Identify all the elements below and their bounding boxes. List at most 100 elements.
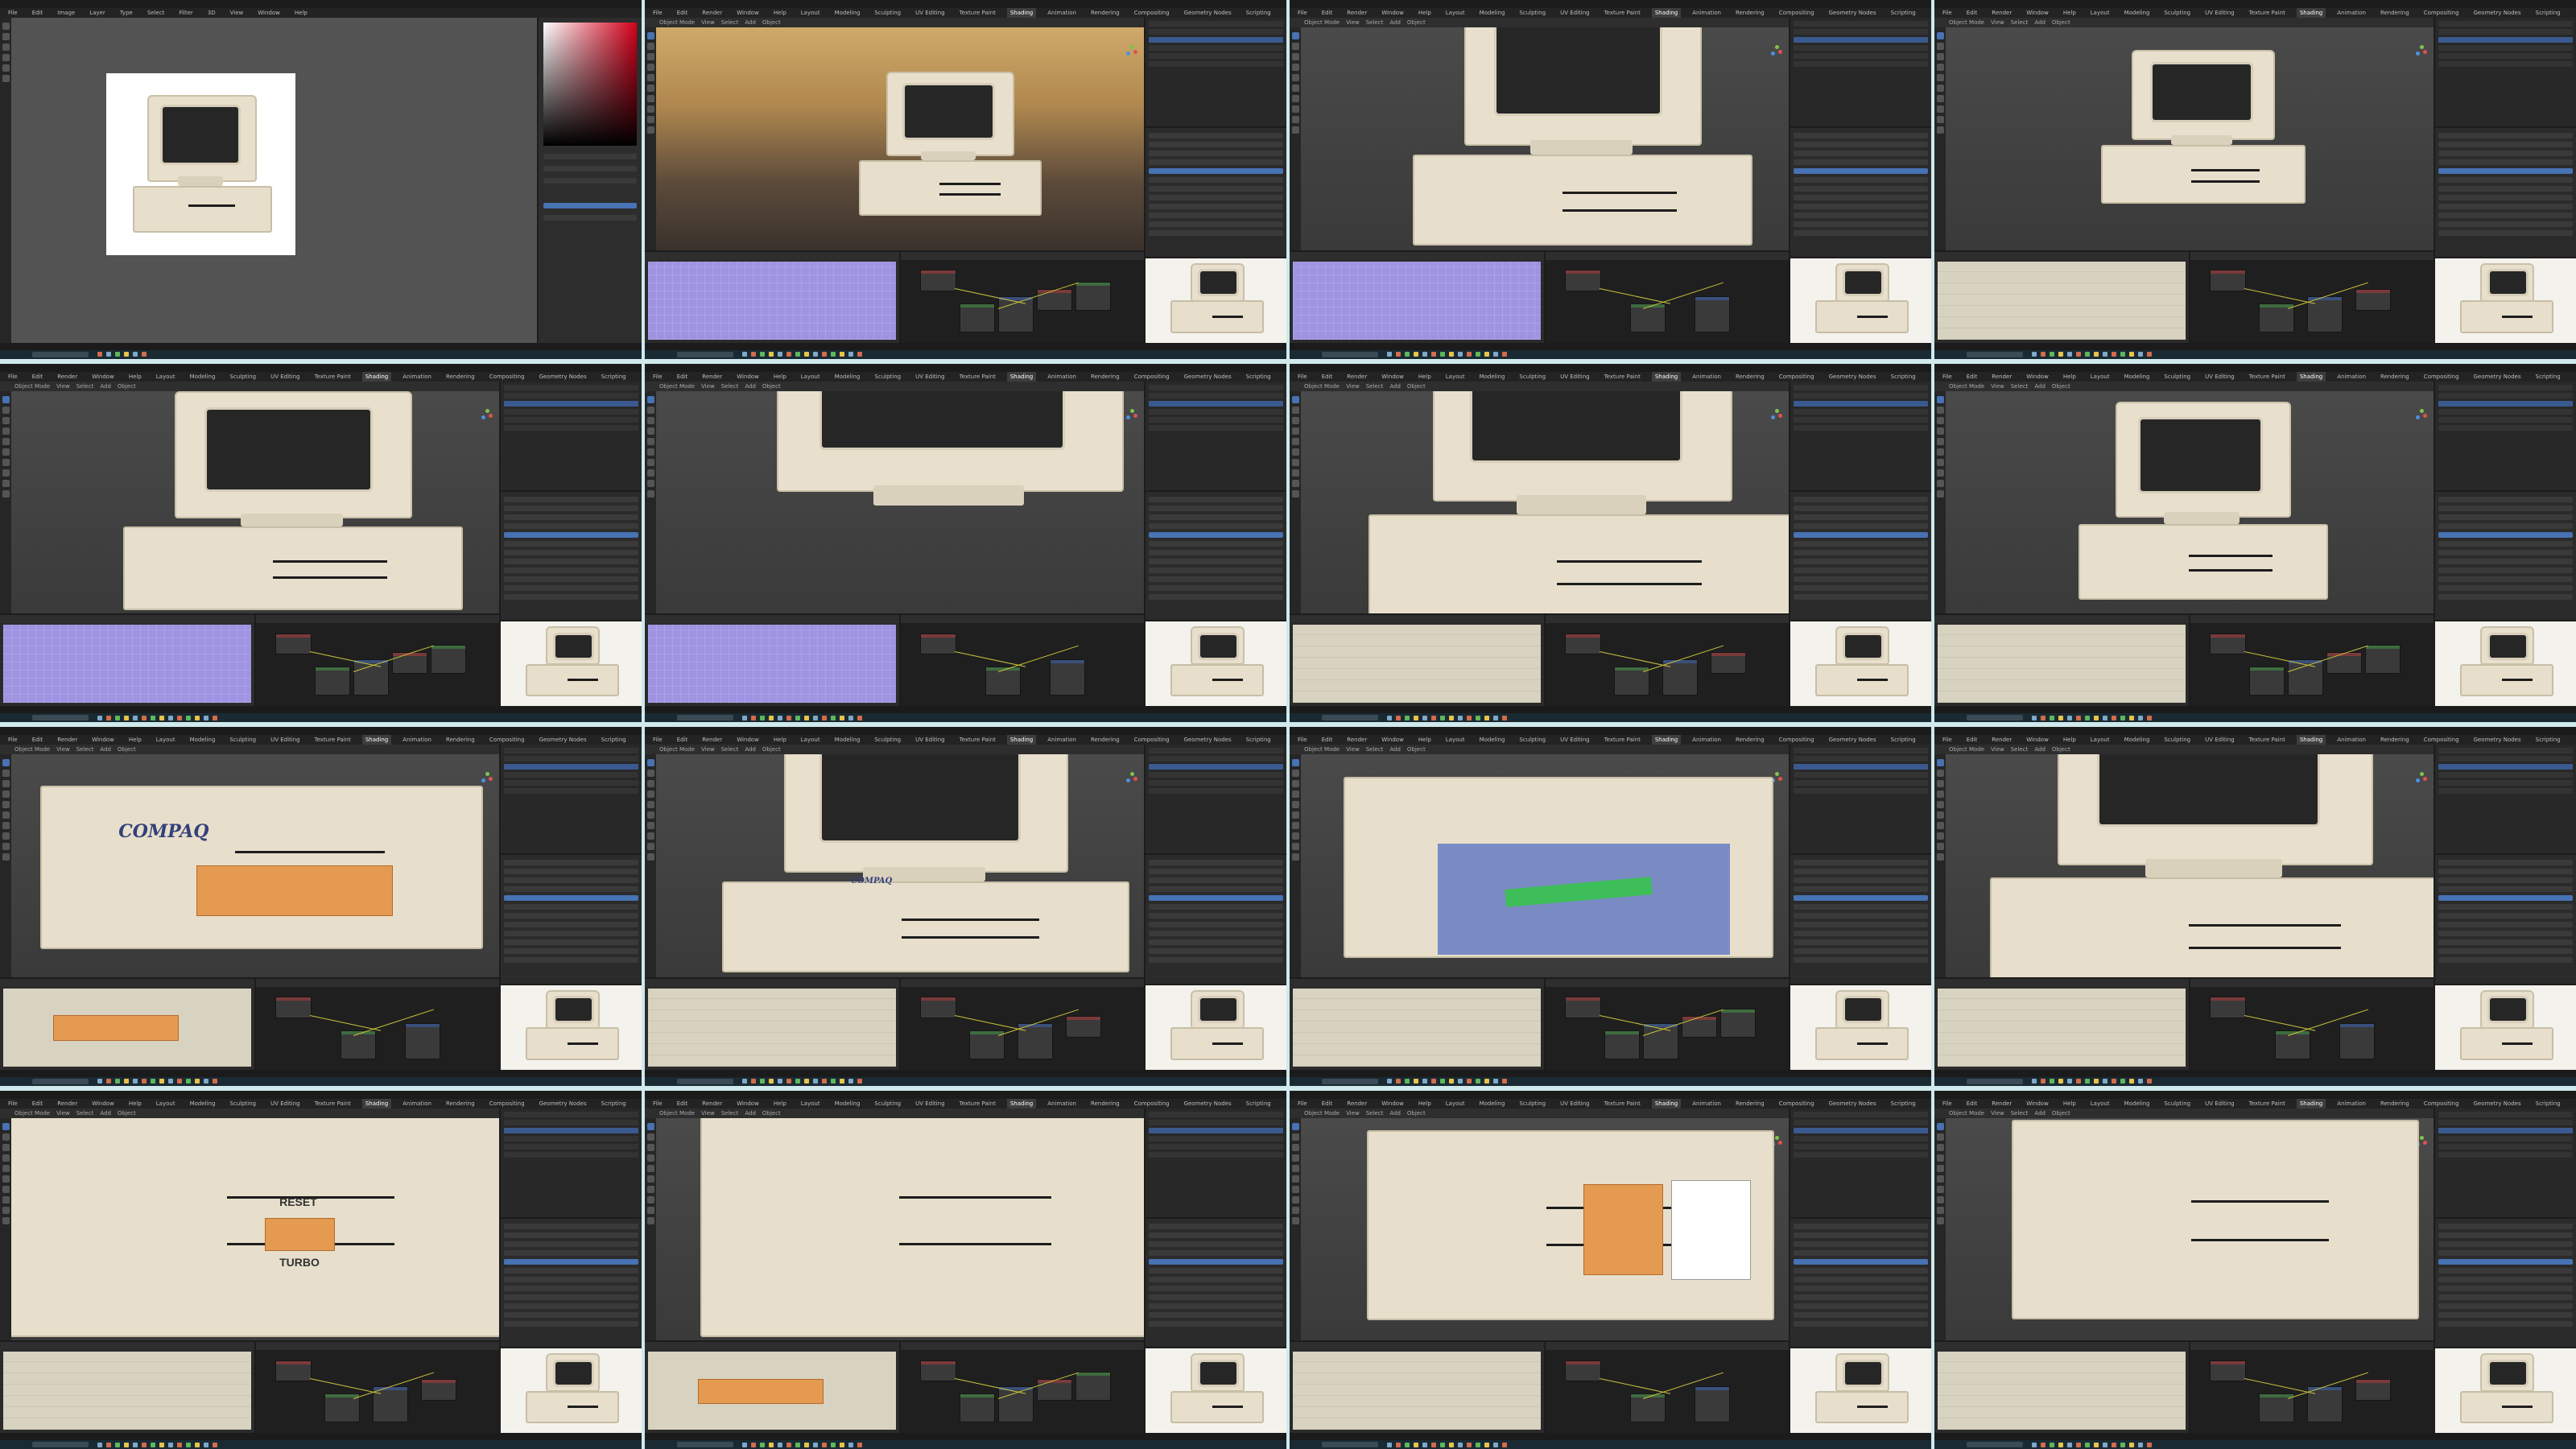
app-icon[interactable] xyxy=(213,715,217,720)
app-icon[interactable] xyxy=(769,1442,774,1447)
outliner-row[interactable] xyxy=(1793,1127,1928,1133)
app-icon[interactable] xyxy=(1405,1079,1410,1084)
taskbar-search[interactable] xyxy=(677,1078,733,1084)
viewport-header-item[interactable]: Select xyxy=(721,382,739,391)
blender-tool-icon[interactable] xyxy=(646,770,654,777)
blender-tool-icon[interactable] xyxy=(2,801,10,808)
workspace-tab[interactable]: Compositing xyxy=(1131,735,1173,745)
app-icon[interactable] xyxy=(1396,1442,1401,1447)
app-icon[interactable] xyxy=(857,1442,862,1447)
property-row[interactable] xyxy=(503,1320,638,1327)
app-icon[interactable] xyxy=(1502,1442,1507,1447)
blender-menu-item[interactable]: File xyxy=(5,372,21,382)
app-icon[interactable] xyxy=(2138,715,2143,720)
app-icon[interactable] xyxy=(159,1079,164,1084)
viewport-header-item[interactable]: Add xyxy=(100,1108,111,1118)
property-row[interactable] xyxy=(1148,869,1283,875)
property-row[interactable] xyxy=(1793,159,1928,166)
outliner-row[interactable] xyxy=(2438,788,2573,794)
workspace-tab[interactable]: Shading xyxy=(361,1098,392,1108)
blender-tool-icon[interactable] xyxy=(646,843,654,850)
monitor-mesh[interactable] xyxy=(777,390,1124,493)
shader-node-editor[interactable] xyxy=(2189,251,2434,343)
app-icon[interactable] xyxy=(213,1079,217,1084)
blender-tool-icon[interactable] xyxy=(1936,770,1944,777)
outliner-row[interactable] xyxy=(1793,384,1928,390)
property-row[interactable] xyxy=(503,948,638,955)
blender-tool-icon[interactable] xyxy=(646,416,654,424)
app-icon[interactable] xyxy=(840,1079,844,1084)
workspace-tab[interactable]: Modeling xyxy=(1476,8,1509,18)
eraser-tool-icon[interactable] xyxy=(2,64,10,72)
3d-viewport[interactable] xyxy=(1946,390,2434,614)
app-icon[interactable] xyxy=(2050,352,2054,357)
blender-menu-item[interactable]: Edit xyxy=(29,1099,47,1108)
blender-menu-item[interactable]: Help xyxy=(2060,372,2079,382)
blender-tool-icon[interactable] xyxy=(1936,458,1944,466)
workspace-tab[interactable]: Texture Paint xyxy=(312,372,354,382)
property-row[interactable] xyxy=(1793,1267,1928,1274)
property-row[interactable] xyxy=(503,869,638,875)
app-icon[interactable] xyxy=(742,1442,747,1447)
viewport-header-item[interactable]: Add xyxy=(100,745,111,754)
outliner-row[interactable] xyxy=(1793,772,1928,778)
blender-menu-item[interactable]: Window xyxy=(2023,8,2052,18)
viewport-header-item[interactable]: View xyxy=(701,382,715,391)
property-row[interactable] xyxy=(503,1223,638,1229)
shader-node-editor[interactable] xyxy=(254,1342,499,1433)
blender-tool-icon[interactable] xyxy=(2,843,10,850)
viewport-header-item[interactable]: Object Mode xyxy=(1949,745,1984,754)
shader-node[interactable] xyxy=(1075,1372,1112,1402)
app-icon[interactable] xyxy=(2103,352,2107,357)
property-row[interactable] xyxy=(1793,558,1928,564)
workspace-tab[interactable]: Compositing xyxy=(2421,8,2462,18)
shader-node-editor[interactable] xyxy=(254,615,499,706)
property-row[interactable] xyxy=(1793,593,1928,600)
app-icon[interactable] xyxy=(2112,715,2116,720)
property-row[interactable] xyxy=(503,1311,638,1318)
app-icon[interactable] xyxy=(2129,1442,2134,1447)
blender-tool-icon[interactable] xyxy=(1291,832,1299,840)
property-row[interactable] xyxy=(2438,213,2573,219)
viewport-header-item[interactable]: Select xyxy=(721,745,739,754)
app-icon[interactable] xyxy=(2041,1079,2046,1084)
viewport-header-item[interactable]: Object xyxy=(1407,18,1426,27)
shader-node-editor[interactable] xyxy=(899,1342,1144,1433)
blender-tool-icon[interactable] xyxy=(1291,801,1299,808)
blender-tool-icon[interactable] xyxy=(1936,32,1944,39)
blender-menu-item[interactable]: Window xyxy=(733,735,762,745)
property-row[interactable] xyxy=(1793,133,1928,139)
blender-menu-item[interactable]: Window xyxy=(1378,372,1407,382)
property-row[interactable] xyxy=(503,576,638,582)
app-icon[interactable] xyxy=(1476,1442,1480,1447)
app-icon[interactable] xyxy=(1414,715,1418,720)
app-icon[interactable] xyxy=(97,1079,102,1084)
outliner-row[interactable] xyxy=(2438,21,2573,27)
app-icon[interactable] xyxy=(195,1079,200,1084)
viewport-header-item[interactable]: Add xyxy=(1389,1108,1401,1118)
base-unit-mesh[interactable] xyxy=(722,881,1129,973)
property-row[interactable] xyxy=(1793,957,1928,964)
image-editor[interactable] xyxy=(1290,1342,1545,1433)
blender-tool-icon[interactable] xyxy=(2,1195,10,1203)
outliner-row[interactable] xyxy=(503,1143,638,1150)
outliner-row[interactable] xyxy=(1148,29,1283,35)
blender-tool-icon[interactable] xyxy=(646,458,654,466)
shader-node-editor[interactable] xyxy=(899,615,1144,706)
outliner-row[interactable] xyxy=(2438,1151,2573,1158)
base-unit-mesh[interactable] xyxy=(2078,524,2329,600)
app-icon[interactable] xyxy=(1405,352,1410,357)
property-row[interactable] xyxy=(1148,860,1283,866)
outliner-row[interactable] xyxy=(503,1111,638,1117)
property-row[interactable] xyxy=(1793,204,1928,210)
viewport-header-item[interactable]: View xyxy=(1991,18,2004,27)
app-icon[interactable] xyxy=(204,715,208,720)
app-icon[interactable] xyxy=(115,1442,120,1447)
app-icon[interactable] xyxy=(2067,715,2072,720)
workspace-tab[interactable]: Modeling xyxy=(187,372,219,382)
property-row[interactable] xyxy=(1148,186,1283,192)
outliner-row[interactable] xyxy=(2438,1127,2573,1133)
app-icon[interactable] xyxy=(760,1079,765,1084)
app-icon[interactable] xyxy=(2076,715,2081,720)
property-row[interactable] xyxy=(1148,1302,1283,1309)
